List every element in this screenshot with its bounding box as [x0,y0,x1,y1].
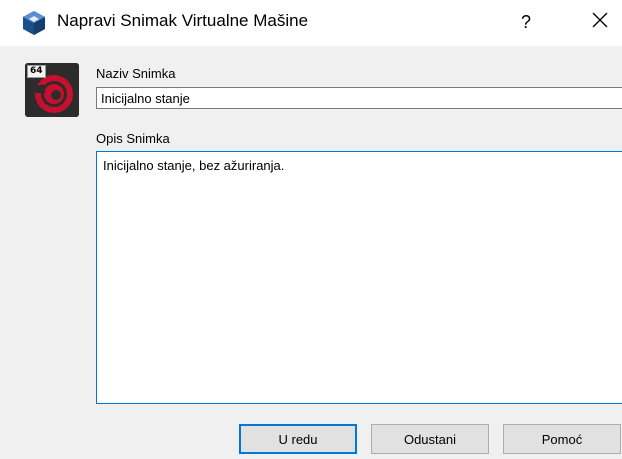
snapshot-dialog: Napravi Snimak Virtualne Mašine ? 64 Naz… [0,0,622,459]
snapshot-description-textarea[interactable]: Inicijalno stanje, bez ažuriranja. [96,151,622,404]
virtualbox-icon [21,10,47,36]
dialog-content: 64 Naziv Snimka Opis Snimka Inicijalno s… [0,46,622,459]
help-label: ? [520,11,531,32]
close-button[interactable] [578,2,622,42]
bitness-badge: 64 [27,65,46,78]
description-label: Opis Snimka [96,131,170,146]
name-label: Naziv Snimka [96,66,176,81]
cancel-button[interactable]: Odustani [371,424,489,454]
title-help-button[interactable]: ? [504,2,548,42]
snapshot-name-input[interactable] [96,87,622,109]
ok-button[interactable]: U redu [239,424,357,454]
close-icon [592,12,608,33]
os-type-badge: 64 [25,63,79,117]
window-title: Napravi Snimak Virtualne Mašine [57,11,309,30]
help-button[interactable]: Pomoć [503,424,621,454]
title-bar: Napravi Snimak Virtualne Mašine ? [0,0,622,46]
